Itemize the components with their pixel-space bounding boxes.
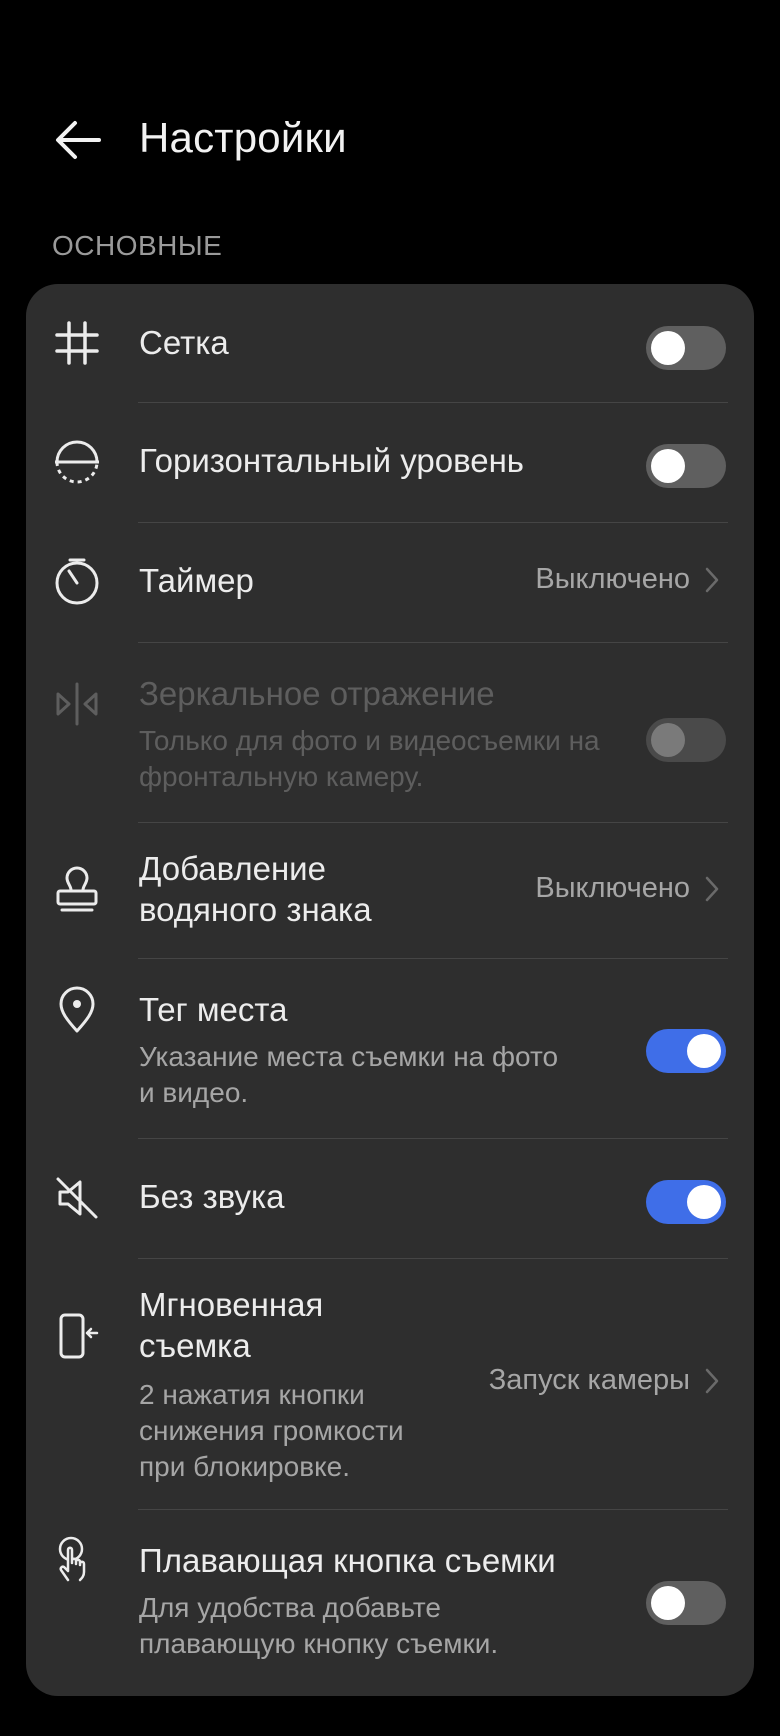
setting-label-line2: съемка bbox=[139, 1327, 251, 1364]
setting-row-mirror: Зеркальное отражение Только для фото и в… bbox=[26, 643, 754, 822]
setting-label: Зеркальное отражение bbox=[139, 675, 495, 712]
value-text: Выключено bbox=[535, 872, 690, 904]
setting-label-line1: Мгновенная bbox=[139, 1286, 324, 1323]
timer-icon bbox=[50, 555, 104, 609]
mirror-toggle bbox=[646, 718, 726, 762]
setting-row-location-tag[interactable]: Тег места Указание места съемки на фото … bbox=[26, 959, 754, 1138]
toggle-knob bbox=[687, 1034, 721, 1068]
toggle-knob bbox=[651, 1586, 685, 1620]
floating-shutter-toggle[interactable] bbox=[646, 1581, 726, 1625]
setting-label: Тег места bbox=[139, 991, 288, 1028]
grid-icon bbox=[50, 316, 104, 370]
mirror-icon bbox=[50, 677, 104, 731]
back-button[interactable] bbox=[50, 117, 106, 163]
toggle-knob bbox=[651, 449, 685, 483]
section-label-basic: ОСНОВНЫЕ bbox=[52, 230, 223, 261]
chevron-right-icon bbox=[705, 876, 719, 901]
setting-row-timer[interactable]: Таймер Выключено bbox=[26, 523, 754, 642]
setting-row-horizon-level[interactable]: Горизонтальный уровень bbox=[26, 403, 754, 522]
mute-toggle[interactable] bbox=[646, 1180, 726, 1224]
settings-card: Сетка Горизонтальный уровень Таймер Выкл… bbox=[26, 284, 754, 1696]
toggle-knob bbox=[687, 1185, 721, 1219]
setting-label: Таймер bbox=[139, 562, 254, 599]
setting-label: Плавающая кнопка съемки bbox=[139, 1542, 556, 1579]
app-header: Настройки bbox=[0, 95, 780, 185]
setting-description-line1: Для удобства добавьте bbox=[139, 1592, 441, 1623]
setting-row-watermark[interactable]: Добавление водяного знака Выключено bbox=[26, 823, 754, 958]
setting-row-mute[interactable]: Без звука bbox=[26, 1139, 754, 1258]
horizon-level-icon bbox=[50, 435, 104, 489]
setting-description: Только для фото и видеосъемки на фронтал… bbox=[139, 725, 600, 792]
chevron-right-icon bbox=[705, 1368, 719, 1393]
horizon-level-toggle[interactable] bbox=[646, 444, 726, 488]
page-title: Настройки bbox=[139, 114, 347, 161]
setting-label-line2: водяного знака bbox=[139, 891, 372, 928]
toggle-knob bbox=[651, 723, 685, 757]
setting-description-line1: Указание места съемки на фото bbox=[139, 1041, 559, 1072]
setting-description-line2: и видео. bbox=[139, 1077, 249, 1108]
instant-shot-value: Запуск камеры bbox=[489, 1364, 720, 1397]
chevron-right-icon bbox=[705, 567, 719, 592]
setting-label: Горизонтальный уровень bbox=[139, 442, 524, 479]
setting-label: Без звука bbox=[139, 1178, 285, 1215]
setting-label: Сетка bbox=[139, 324, 229, 361]
setting-label-line1: Добавление bbox=[139, 850, 326, 887]
toggle-knob bbox=[651, 331, 685, 365]
stamp-icon bbox=[50, 863, 104, 917]
setting-description-line3: при блокировке. bbox=[139, 1451, 350, 1482]
touch-hand-icon bbox=[50, 1532, 104, 1586]
arrow-left-icon bbox=[56, 121, 101, 159]
setting-row-grid[interactable]: Сетка bbox=[26, 284, 754, 402]
mute-icon bbox=[50, 1171, 104, 1225]
setting-row-floating-shutter[interactable]: Плавающая кнопка съемки Для удобства доб… bbox=[26, 1510, 754, 1696]
grid-toggle[interactable] bbox=[646, 326, 726, 370]
setting-description-line2: снижения громкости bbox=[139, 1415, 404, 1446]
phone-volume-button-icon bbox=[50, 1309, 104, 1363]
location-tag-toggle[interactable] bbox=[646, 1029, 726, 1073]
setting-row-instant-shot[interactable]: Мгновенная съемка 2 нажатия кнопки сниже… bbox=[26, 1259, 754, 1509]
setting-description-line2: плавающую кнопку съемки. bbox=[139, 1628, 499, 1659]
location-pin-icon bbox=[50, 983, 104, 1037]
value-text: Запуск камеры bbox=[488, 1364, 690, 1396]
setting-description-line1: 2 нажатия кнопки bbox=[139, 1379, 365, 1410]
watermark-value: Выключено bbox=[535, 872, 720, 905]
value-text: Выключено bbox=[535, 563, 690, 595]
timer-value: Выключено bbox=[535, 563, 720, 596]
